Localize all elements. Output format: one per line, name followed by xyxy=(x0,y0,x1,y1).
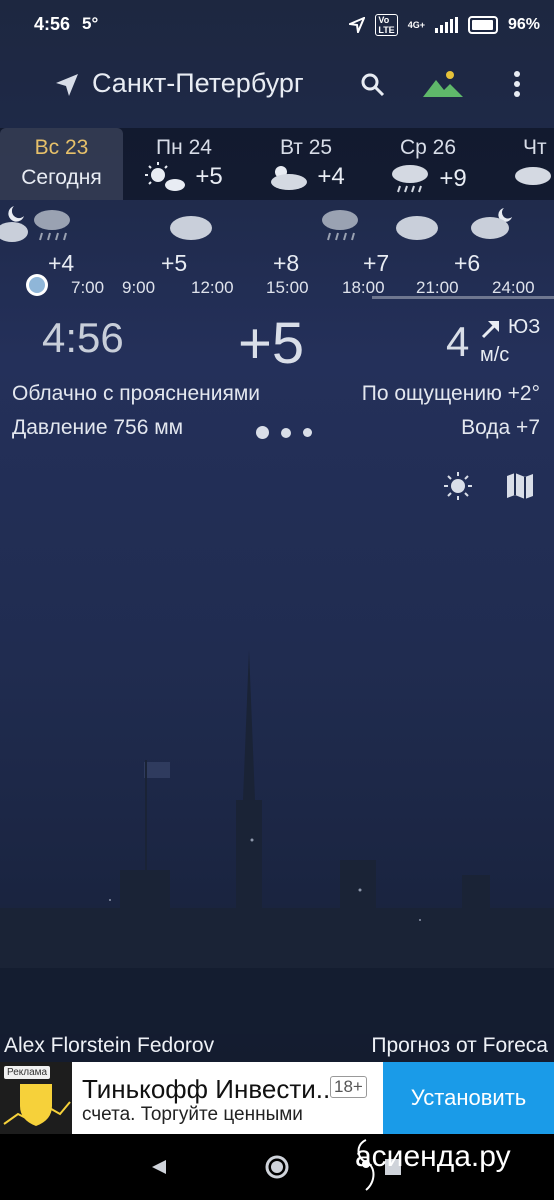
battery-level: 96% xyxy=(507,16,540,33)
wind-direction: ЮЗ xyxy=(508,316,541,338)
status-bar: 4:56 5° Vo LTE 4G+ 96% xyxy=(0,0,554,50)
hourly-temp: +4 xyxy=(48,250,75,276)
day-tab-tue[interactable]: Вт 25 +4 xyxy=(245,128,367,200)
status-icons: Vo LTE 4G+ 96% xyxy=(349,14,540,36)
page-dot-active xyxy=(256,426,269,439)
cloud-moon-icon xyxy=(471,208,512,239)
water-temp: Вода +7 xyxy=(461,416,540,439)
ad-title[interactable]: Тинькофф Инвести.. xyxy=(82,1074,330,1105)
ad-subtitle[interactable]: счета. Торгуйте ценными xyxy=(82,1104,303,1126)
wind-direction-icon xyxy=(481,321,499,339)
day-tab-today[interactable]: Вс 23 Сегодня xyxy=(0,128,123,200)
hourly-temp: +8 xyxy=(273,250,300,276)
hourly-temp: +6 xyxy=(454,250,481,276)
page-indicator[interactable] xyxy=(256,426,312,439)
photo-credit[interactable]: Alex Florstein Fedorov xyxy=(4,1034,214,1058)
day-temp: +5 xyxy=(195,163,223,190)
ad-label: Реклама xyxy=(4,1066,51,1079)
hourly-time: 9:00 xyxy=(122,278,156,297)
day-temp: +9 xyxy=(439,165,467,192)
condition-text: Облачно с прояснениями xyxy=(12,382,261,405)
more-vert-icon[interactable] xyxy=(512,70,522,98)
wind-speed: 4 xyxy=(446,318,470,365)
current-time-marker[interactable] xyxy=(26,274,48,296)
install-button[interactable]: Установить xyxy=(383,1062,554,1134)
city-title[interactable]: Санкт-Петербург xyxy=(92,68,304,99)
home-icon[interactable] xyxy=(264,1154,290,1180)
cloud-icon xyxy=(170,216,212,240)
ad-age-rating: 18+ xyxy=(330,1076,367,1098)
landscape-icon[interactable] xyxy=(422,68,464,98)
hourly-time: 18:00 xyxy=(342,278,385,297)
cloud-icon xyxy=(515,167,551,185)
back-icon[interactable] xyxy=(150,1158,168,1176)
day-subtitle: Сегодня xyxy=(21,166,102,189)
cloud-moon-icon xyxy=(0,206,28,242)
location-arrow-icon[interactable] xyxy=(54,72,80,98)
current-time: 4:56 xyxy=(42,314,124,361)
hourly-time: 12:00 xyxy=(191,278,234,297)
current-temp: +5 xyxy=(238,311,305,376)
pressure: Давление 756 мм xyxy=(12,416,184,439)
day-tab-mon[interactable]: Пн 24 +5 xyxy=(123,128,245,200)
location-status-icon xyxy=(349,17,366,33)
volte-icon: Vo LTE xyxy=(375,14,398,36)
wind-unit: м/с xyxy=(480,344,510,366)
background-cityscape-image xyxy=(0,650,554,1034)
day-name: Ср 26 xyxy=(399,136,457,159)
hourly-time: 7:00 xyxy=(71,278,105,297)
hourly-temp: +7 xyxy=(363,250,390,276)
network-4g-icon: 4G+ xyxy=(407,20,425,30)
day-name: Вт 25 xyxy=(279,136,333,159)
sun-radar-icon[interactable] xyxy=(442,470,474,502)
page-dot xyxy=(303,428,312,437)
cloud-icon xyxy=(396,216,438,240)
forecast-provider[interactable]: Прогноз от Foreca xyxy=(371,1034,548,1058)
search-icon[interactable] xyxy=(360,72,386,98)
app-bar: Санкт-Петербург xyxy=(0,52,554,114)
day-temp: +4 xyxy=(317,163,345,190)
hourly-time: 15:00 xyxy=(266,278,309,297)
day-name: Чт xyxy=(523,136,547,159)
partly-cloudy-icon xyxy=(271,166,308,190)
hourly-time: 21:00 xyxy=(416,278,459,297)
day-name: Вс 23 xyxy=(34,136,89,159)
feels-like: По ощущению +2° xyxy=(361,382,540,405)
day-tab-thu[interactable]: Чт xyxy=(489,128,554,200)
signal-icon xyxy=(434,17,458,33)
ad-banner[interactable]: Реклама Тинькофф Инвести.. 18+ счета. То… xyxy=(0,1062,554,1134)
status-temp: 5° xyxy=(82,14,99,33)
rain-cloud-icon xyxy=(34,210,70,241)
hourly-temp: +5 xyxy=(161,250,188,276)
day-tab-wed[interactable]: Ср 26 +9 xyxy=(367,128,489,200)
day-name: Пн 24 xyxy=(156,136,212,159)
rain-cloud-icon xyxy=(392,165,429,193)
battery-icon xyxy=(467,16,498,34)
hourly-time: 24:00 xyxy=(492,278,535,297)
daily-forecast-strip[interactable]: Вс 23 Сегодня Пн 24 +5 Вт 25 +4 Ср 26 +9… xyxy=(0,128,554,200)
map-icon[interactable] xyxy=(504,470,536,502)
watermark-text: асиенда.ру xyxy=(355,1140,511,1173)
rain-cloud-icon xyxy=(322,210,358,241)
page-dot xyxy=(281,427,291,438)
partly-sunny-icon xyxy=(145,162,186,191)
status-time: 4:56 xyxy=(34,14,71,34)
